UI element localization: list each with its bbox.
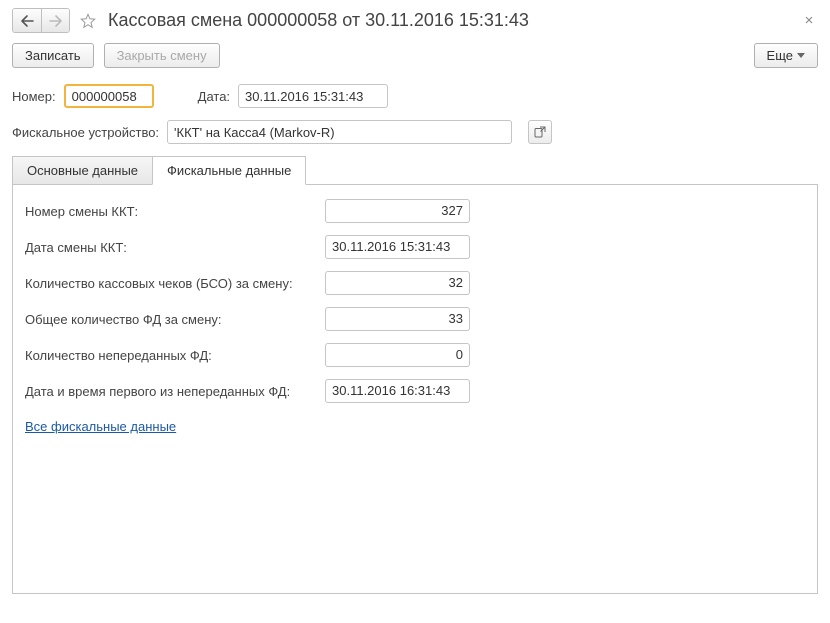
close-icon: × [805, 13, 814, 28]
row-fd-unsent: Количество непереданных ФД: 0 [25, 343, 805, 367]
tab-main[interactable]: Основные данные [12, 156, 153, 185]
row-shift-number: Номер смены ККТ: 327 [25, 199, 805, 223]
row-fd-total: Общее количество ФД за смену: 33 [25, 307, 805, 331]
toolbar: Записать Закрыть смену Еще [12, 43, 818, 68]
checks-count-value[interactable]: 32 [325, 271, 470, 295]
date-input[interactable] [238, 84, 388, 108]
write-button[interactable]: Записать [12, 43, 94, 68]
fd-first-unsent-date-label: Дата и время первого из непереданных ФД: [25, 384, 325, 399]
checks-count-label: Количество кассовых чеков (БСО) за смену… [25, 276, 325, 291]
date-label: Дата: [198, 89, 230, 104]
open-link-icon [534, 126, 546, 138]
fd-total-label: Общее количество ФД за смену: [25, 312, 325, 327]
favorite-star-button[interactable] [78, 11, 98, 31]
row-device: Фискальное устройство: [12, 120, 818, 144]
close-shift-button[interactable]: Закрыть смену [104, 43, 220, 68]
caret-down-icon [797, 53, 805, 59]
page-title: Кассовая смена 000000058 от 30.11.2016 1… [108, 10, 529, 31]
all-fiscal-link[interactable]: Все фискальные данные [25, 419, 176, 434]
nav-buttons [12, 8, 70, 33]
fd-unsent-label: Количество непереданных ФД: [25, 348, 325, 363]
close-button[interactable]: × [800, 12, 818, 30]
tabs-container: Основные данные Фискальные данные Номер … [12, 156, 818, 594]
arrow-left-icon [20, 15, 34, 27]
nav-forward-button[interactable] [41, 9, 69, 32]
arrow-right-icon [49, 15, 63, 27]
row-shift-date: Дата смены ККТ: 30.11.2016 15:31:43 [25, 235, 805, 259]
device-input[interactable] [167, 120, 512, 144]
device-label: Фискальное устройство: [12, 125, 159, 140]
row-number-date: Номер: Дата: [12, 84, 818, 108]
titlebar: Кассовая смена 000000058 от 30.11.2016 1… [12, 8, 818, 33]
row-checks-count: Количество кассовых чеков (БСО) за смену… [25, 271, 805, 295]
star-icon [79, 12, 97, 30]
fd-unsent-value[interactable]: 0 [325, 343, 470, 367]
shift-date-value[interactable]: 30.11.2016 15:31:43 [325, 235, 470, 259]
number-input[interactable] [64, 84, 154, 108]
shift-number-value[interactable]: 327 [325, 199, 470, 223]
number-label: Номер: [12, 89, 56, 104]
more-button-label: Еще [767, 48, 793, 63]
tab-fiscal-panel: Номер смены ККТ: 327 Дата смены ККТ: 30.… [12, 184, 818, 594]
nav-back-button[interactable] [13, 9, 41, 32]
tab-fiscal[interactable]: Фискальные данные [152, 156, 306, 185]
tabs: Основные данные Фискальные данные [12, 156, 818, 185]
shift-number-label: Номер смены ККТ: [25, 204, 325, 219]
device-open-button[interactable] [528, 120, 552, 144]
more-button[interactable]: Еще [754, 43, 818, 68]
fd-total-value[interactable]: 33 [325, 307, 470, 331]
row-fd-first-unsent-date: Дата и время первого из непереданных ФД:… [25, 379, 805, 403]
shift-date-label: Дата смены ККТ: [25, 240, 325, 255]
fd-first-unsent-date-value[interactable]: 30.11.2016 16:31:43 [325, 379, 470, 403]
